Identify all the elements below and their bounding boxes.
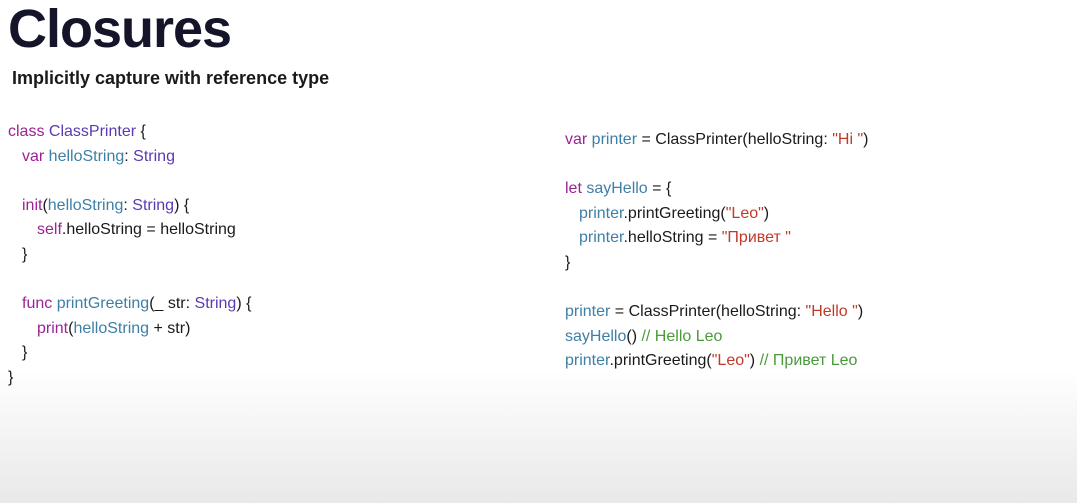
code-token: ) {	[236, 295, 252, 313]
left-code-line: init(helloString: String) {	[8, 194, 251, 219]
left-code-line: }	[8, 366, 251, 391]
left-code-line: }	[8, 341, 251, 366]
code-token: = {	[647, 180, 672, 198]
code-token: String	[132, 196, 175, 214]
code-token: func	[22, 295, 57, 313]
code-token: (_ str:	[149, 295, 195, 313]
right-code-line: }	[565, 251, 868, 276]
left-code-line: var helloString: String	[8, 145, 251, 170]
code-token: // Привет Leo	[759, 352, 858, 370]
code-token: printer	[565, 303, 611, 321]
left-code-line: print(helloString + str)	[8, 317, 251, 342]
left-code-line: func printGreeting(_ str: String) {	[8, 292, 251, 317]
code-token: let	[565, 180, 587, 198]
code-token: }	[8, 368, 14, 386]
right-code-line	[565, 276, 868, 301]
code-token: = ClassPrinter(helloString:	[637, 131, 833, 148]
right-code-line	[565, 153, 868, 178]
code-token: sayHello	[586, 180, 648, 198]
code-token: helloString	[47, 196, 124, 214]
code-token: helloString	[48, 147, 125, 165]
code-token: // Hello Leo	[641, 327, 723, 345]
left-code-line: }	[8, 243, 251, 268]
slide-subtitle: Implicitly capture with reference type	[12, 68, 330, 88]
code-token: var	[22, 147, 49, 165]
code-token: }	[22, 245, 28, 263]
code-token: class	[8, 123, 49, 140]
code-token: )	[863, 131, 869, 148]
right-code-line: printer.printGreeting("Leo")	[565, 202, 868, 227]
code-token: String	[133, 147, 175, 165]
code-token: .printGreeting(	[609, 352, 712, 370]
right-code-block: var printer = ClassPrinter(helloString: …	[565, 128, 868, 374]
code-token: helloString	[73, 319, 150, 337]
code-token: :	[123, 196, 133, 214]
code-token: "Привет "	[721, 229, 791, 247]
code-token: printer	[565, 352, 610, 370]
code-token: printer	[579, 229, 624, 247]
left-code-line: self.helloString = helloString	[8, 218, 251, 243]
code-token: sayHello	[565, 327, 627, 345]
code-token: .printGreeting(	[623, 204, 726, 222]
code-token: ()	[626, 327, 642, 345]
code-token: }	[565, 253, 571, 271]
right-code-line: printer = ClassPrinter(helloString: "Hel…	[565, 300, 868, 325]
right-code-line: var printer = ClassPrinter(helloString: …	[565, 128, 868, 153]
code-token: printer	[591, 131, 638, 148]
code-token: )	[857, 303, 864, 321]
left-code-line	[8, 169, 251, 194]
right-code-line: printer.printGreeting("Leo") // Привет L…	[565, 349, 868, 374]
code-token: self	[37, 221, 62, 239]
code-token: = ClassPrinter(helloString:	[610, 303, 806, 321]
code-token: :	[124, 147, 134, 165]
code-token: "Leo"	[725, 204, 764, 222]
code-token: )	[749, 352, 760, 370]
code-token: )	[763, 204, 770, 222]
code-token: init	[22, 196, 43, 214]
left-code-line: class ClassPrinter {	[8, 120, 251, 145]
left-code-line	[8, 268, 251, 293]
right-code-line: sayHello() // Hello Leo	[565, 325, 868, 350]
right-code-line: printer.helloString = "Привет "	[565, 226, 868, 251]
code-token: .helloString =	[623, 229, 722, 247]
code-token: "Hi "	[832, 131, 864, 148]
code-token: print	[37, 319, 69, 337]
code-token: }	[22, 344, 28, 362]
code-token: "Hello "	[805, 303, 858, 321]
code-token: {	[136, 123, 146, 140]
code-token: ClassPrinter	[48, 123, 137, 140]
code-token: .helloString = helloString	[61, 221, 236, 239]
code-token: "Leo"	[711, 352, 750, 370]
code-token: printGreeting	[56, 295, 150, 313]
left-code-block: class ClassPrinter {var helloString: Str…	[8, 120, 251, 391]
code-token: printer	[579, 204, 624, 222]
code-token: var	[565, 131, 592, 148]
code-token: String	[194, 295, 237, 313]
slide-title: Closures	[8, 0, 232, 59]
right-code-line: let sayHello = {	[565, 177, 868, 202]
code-token: ) {	[174, 196, 190, 214]
code-token: + str)	[149, 319, 191, 337]
